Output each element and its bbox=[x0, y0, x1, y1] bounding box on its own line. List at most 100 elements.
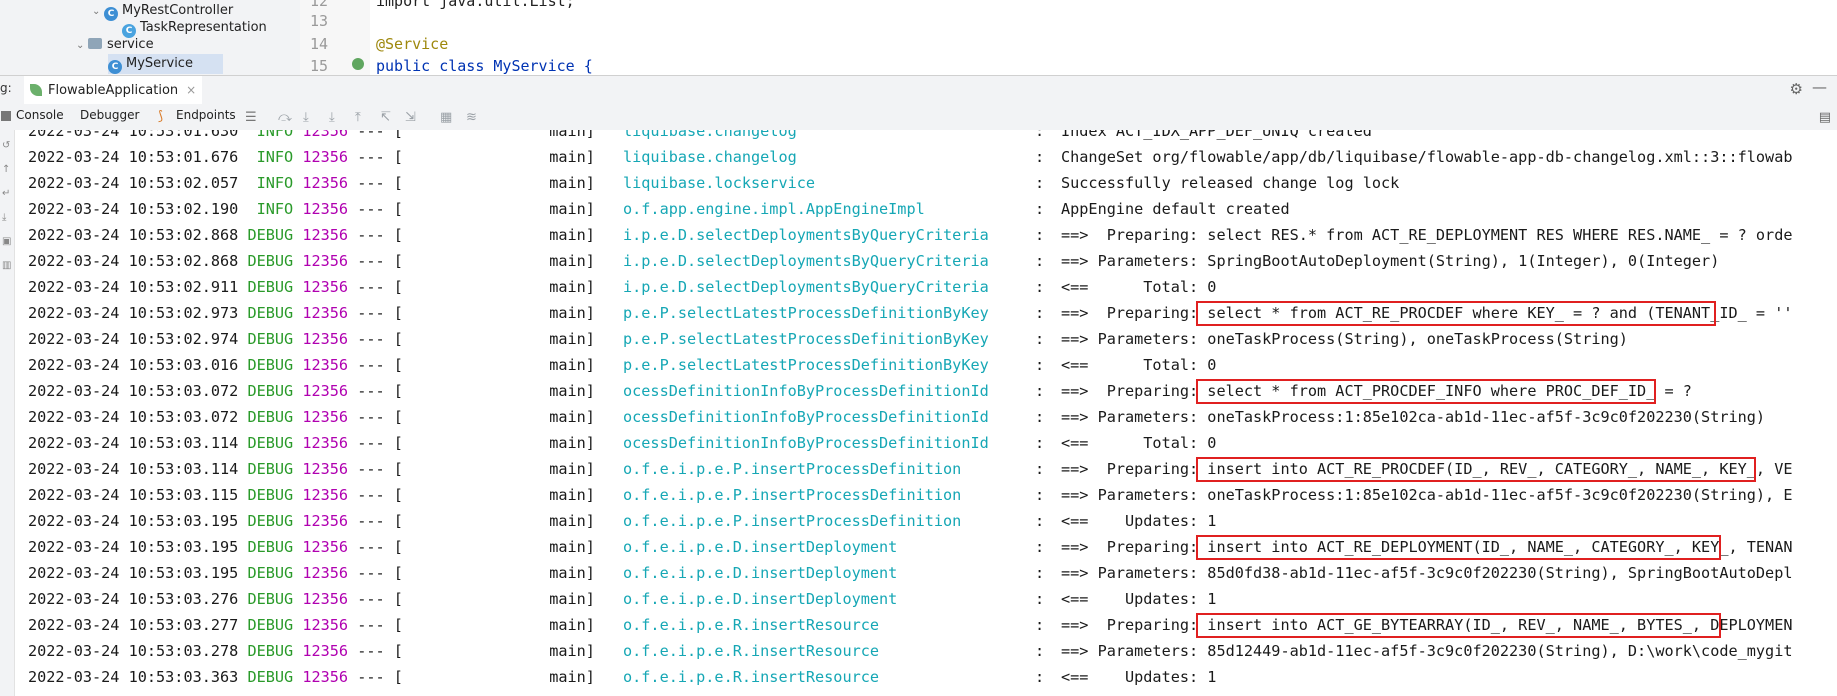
log-thread: --- [ main] bbox=[348, 226, 595, 244]
evaluate-expression-icon[interactable]: ▦ bbox=[440, 110, 452, 125]
chevron-down-icon[interactable]: ⌄ bbox=[92, 2, 104, 22]
tree-item-label: service bbox=[107, 37, 154, 52]
log-separator: : bbox=[1035, 434, 1045, 452]
log-message: ==> Parameters: 85d12449-ab1d-11ec-af5f-… bbox=[1061, 642, 1793, 660]
log-logger[interactable]: p.e.P.selectLatestProcessDefinitionByKey bbox=[623, 352, 989, 378]
log-message: ==> Preparing: select RES.* from ACT_RE_… bbox=[1061, 226, 1793, 244]
log-line: 2022-03-24 10:53:01.676 INFO 12356 --- [… bbox=[28, 144, 1828, 170]
log-timestamp: 2022-03-24 10:53:03.072 bbox=[28, 382, 239, 400]
log-prefix: 2022-03-24 10:53:03.072 DEBUG 12356 --- … bbox=[28, 404, 595, 430]
log-logger[interactable]: i.p.e.D.selectDeploymentsByQueryCriteria bbox=[623, 222, 989, 248]
log-logger[interactable]: p.e.P.selectLatestProcessDefinitionByKey bbox=[623, 326, 989, 352]
log-level: DEBUG bbox=[238, 590, 294, 608]
log-logger[interactable]: liquibase.changelog bbox=[623, 144, 797, 170]
step-out-icon[interactable]: ⤒ bbox=[355, 110, 361, 125]
log-logger[interactable]: liquibase.changelog bbox=[623, 130, 797, 144]
log-thread: --- [ main] bbox=[348, 148, 595, 166]
run-tool-window-header: g: FlowableApplication × ⚙ — bbox=[0, 75, 1837, 106]
log-thread: --- [ main] bbox=[348, 200, 595, 218]
sql-highlight-box bbox=[1196, 535, 1721, 560]
tab-endpoints[interactable]: Endpoints bbox=[176, 108, 236, 122]
log-pid: 12356 bbox=[293, 486, 349, 504]
log-pid: 12356 bbox=[293, 278, 349, 296]
log-separator: : bbox=[1035, 564, 1045, 582]
log-logger[interactable]: ocessDefinitionInfoByProcessDefinitionId bbox=[623, 378, 989, 404]
code-editor[interactable]: import java.util.List; @Service public c… bbox=[370, 0, 1837, 75]
log-separator: : bbox=[1035, 130, 1045, 140]
log-message: ChangeSet org/flowable/app/db/liquibase/… bbox=[1061, 148, 1793, 166]
log-prefix: 2022-03-24 10:53:02.973 DEBUG 12356 --- … bbox=[28, 300, 595, 326]
scroll-to-end-icon[interactable]: ⤓ bbox=[2, 212, 6, 223]
log-thread: --- [ main] bbox=[348, 174, 595, 192]
gear-icon[interactable]: ⚙ bbox=[1790, 80, 1803, 98]
chevron-down-icon[interactable]: ⌄ bbox=[76, 36, 88, 56]
log-logger[interactable]: o.f.e.i.p.e.R.insertResource bbox=[623, 664, 879, 690]
log-logger[interactable]: o.f.e.i.p.e.D.insertDeployment bbox=[623, 586, 897, 612]
code-line: public class MyService { bbox=[376, 57, 593, 75]
up-arrow-icon[interactable]: ↑ bbox=[2, 164, 10, 175]
log-logger[interactable]: p.e.P.selectLatestProcessDefinitionByKey bbox=[623, 300, 989, 326]
log-logger[interactable]: liquibase.lockservice bbox=[623, 170, 815, 196]
log-separator: : bbox=[1035, 408, 1045, 426]
tree-item-service[interactable]: ⌄ service bbox=[76, 35, 154, 55]
log-message: Successfully released change log lock bbox=[1061, 174, 1400, 192]
log-logger[interactable]: o.f.e.i.p.e.D.insertDeployment bbox=[623, 534, 897, 560]
drop-frame-icon[interactable]: ↸ bbox=[380, 110, 391, 125]
log-pid: 12356 bbox=[293, 668, 349, 686]
log-logger[interactable]: o.f.e.i.p.e.D.insertDeployment bbox=[623, 560, 897, 586]
delete-icon[interactable]: ▥ bbox=[2, 260, 11, 271]
step-into-icon[interactable]: ⤓ bbox=[303, 110, 309, 125]
log-line: 2022-03-24 10:53:03.115 DEBUG 12356 --- … bbox=[28, 482, 1828, 508]
console-output[interactable]: 2022-03-24 10:53:01.630 INFO 12356 --- [… bbox=[15, 130, 1837, 696]
force-step-into-icon[interactable]: ⤓ bbox=[329, 110, 335, 125]
log-prefix: 2022-03-24 10:53:03.278 DEBUG 12356 --- … bbox=[28, 638, 595, 664]
log-level: DEBUG bbox=[238, 356, 294, 374]
log-pid: 12356 bbox=[293, 200, 349, 218]
class-icon: C bbox=[104, 7, 118, 21]
soft-wrap-icon[interactable]: ↵ bbox=[2, 188, 10, 199]
log-logger[interactable]: o.f.app.engine.impl.AppEngineImpl bbox=[623, 196, 925, 222]
close-icon[interactable]: × bbox=[186, 83, 196, 97]
log-logger[interactable]: ocessDefinitionInfoByProcessDefinitionId bbox=[623, 404, 989, 430]
tab-console[interactable]: Console bbox=[16, 108, 64, 122]
layout-icon[interactable]: ▤ bbox=[1819, 110, 1831, 125]
line-number: 13 bbox=[310, 12, 329, 30]
print-icon[interactable]: ▣ bbox=[2, 236, 11, 247]
tab-debugger[interactable]: Debugger bbox=[80, 108, 139, 122]
log-message: <== Total: 0 bbox=[1061, 356, 1217, 374]
run-to-cursor-icon[interactable]: ⇲ bbox=[405, 110, 416, 125]
log-pid: 12356 bbox=[293, 538, 349, 556]
step-over-icon[interactable]: ⤼ bbox=[278, 110, 292, 125]
log-separator: : bbox=[1035, 486, 1045, 504]
log-logger[interactable]: o.f.e.i.p.e.R.insertResource bbox=[623, 638, 879, 664]
log-prefix: 2022-03-24 10:53:03.195 DEBUG 12356 --- … bbox=[28, 560, 595, 586]
spring-bean-icon[interactable] bbox=[352, 58, 364, 70]
log-message: <== Updates: 1 bbox=[1061, 668, 1217, 686]
log-prefix: 2022-03-24 10:53:03.276 DEBUG 12356 --- … bbox=[28, 586, 595, 612]
log-line: 2022-03-24 10:53:03.363 DEBUG 12356 --- … bbox=[28, 664, 1828, 690]
tree-item-myservice[interactable]: C MyService bbox=[108, 54, 223, 74]
log-level: INFO bbox=[238, 148, 294, 166]
rerun-icon[interactable]: ↺ bbox=[2, 140, 10, 151]
log-level: DEBUG bbox=[238, 616, 294, 634]
endpoints-icon: ⟆ bbox=[158, 109, 164, 124]
log-logger[interactable]: o.f.e.i.p.e.P.insertProcessDefinition bbox=[623, 456, 961, 482]
log-thread: --- [ main] bbox=[348, 304, 595, 322]
log-logger[interactable]: o.f.e.i.p.e.P.insertProcessDefinition bbox=[623, 508, 961, 534]
log-pid: 12356 bbox=[293, 304, 349, 322]
log-logger[interactable]: o.f.e.i.p.e.P.insertProcessDefinition bbox=[623, 482, 961, 508]
log-pid: 12356 bbox=[293, 330, 349, 348]
log-logger[interactable]: i.p.e.D.selectDeploymentsByQueryCriteria bbox=[623, 274, 989, 300]
log-line: 2022-03-24 10:53:03.195 DEBUG 12356 --- … bbox=[28, 560, 1828, 586]
menu-icon[interactable]: ☰ bbox=[245, 110, 257, 125]
log-level: DEBUG bbox=[238, 304, 294, 322]
minimize-icon[interactable]: — bbox=[1812, 78, 1827, 96]
log-logger[interactable]: ocessDefinitionInfoByProcessDefinitionId bbox=[623, 430, 989, 456]
log-thread: --- [ main] bbox=[348, 252, 595, 270]
trace-icon[interactable]: ≋ bbox=[466, 110, 477, 125]
log-logger[interactable]: i.p.e.D.selectDeploymentsByQueryCriteria bbox=[623, 248, 989, 274]
run-tab-flowableapplication[interactable]: FlowableApplication × bbox=[24, 76, 203, 106]
sql-highlight-box bbox=[1196, 457, 1756, 482]
log-line: 2022-03-24 10:53:02.868 DEBUG 12356 --- … bbox=[28, 248, 1828, 274]
log-logger[interactable]: o.f.e.i.p.e.R.insertResource bbox=[623, 612, 879, 638]
